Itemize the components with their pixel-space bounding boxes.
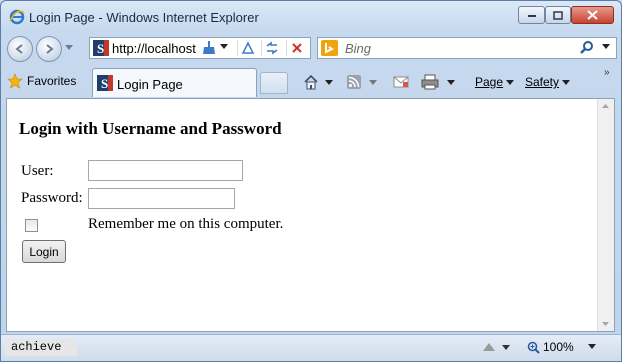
title-bar: Login Page - Windows Internet Explorer: [1, 1, 621, 31]
minimize-icon: [527, 15, 536, 17]
compatibility-view-button[interactable]: [237, 40, 258, 56]
svg-text:S: S: [97, 41, 104, 56]
username-input[interactable]: [88, 160, 243, 181]
safety-menu-label: Safety: [525, 75, 560, 89]
tab-favicon-icon: S: [97, 75, 113, 91]
stop-button[interactable]: [286, 40, 307, 56]
user-label: User:: [21, 163, 54, 179]
zoom-button[interactable]: 100%: [527, 340, 574, 354]
search-box[interactable]: Bing: [317, 37, 617, 59]
search-placeholder[interactable]: Bing: [345, 41, 371, 56]
refresh-icon: [266, 41, 278, 55]
login-button[interactable]: Login: [22, 240, 66, 263]
search-dropdown-icon[interactable]: [602, 44, 610, 49]
print-button[interactable]: [421, 73, 455, 91]
favorites-button[interactable]: Favorites: [7, 69, 87, 93]
back-arrow-icon: [15, 44, 23, 54]
back-button[interactable]: [7, 36, 33, 62]
tab-login-page[interactable]: S Login Page: [92, 68, 257, 97]
maximize-icon: [553, 10, 563, 20]
printer-icon: [421, 74, 439, 90]
page-content: Login with Username and Password User: P…: [6, 98, 615, 332]
minimize-button[interactable]: [518, 6, 545, 24]
page-menu-label: Page: [475, 75, 504, 89]
password-label: Password:: [21, 190, 83, 206]
address-dropdown-icon[interactable]: [220, 44, 228, 49]
password-input[interactable]: [88, 188, 235, 209]
svg-text:S: S: [101, 76, 108, 91]
print-dropdown-icon[interactable]: [439, 79, 455, 85]
zoom-level: 100%: [543, 340, 574, 354]
status-bar: achieve 100%: [1, 334, 621, 361]
scroll-up-arrow-icon[interactable]: [602, 104, 609, 108]
page-heading: Login with Username and Password: [19, 119, 282, 138]
feeds-button[interactable]: [347, 73, 377, 91]
close-button[interactable]: [571, 6, 614, 24]
address-bar[interactable]: S http://localhost: [89, 37, 311, 59]
home-icon: [304, 74, 318, 90]
close-icon: [587, 10, 598, 20]
favorites-label: Favorites: [27, 74, 77, 88]
new-tab-button[interactable]: [260, 72, 288, 94]
browser-window: Login Page - Windows Internet Explorer S…: [0, 0, 622, 362]
tab-label: Login Page: [117, 77, 183, 92]
search-icon[interactable]: [580, 41, 594, 58]
remember-me-label: Remember me on this computer.: [88, 216, 284, 232]
refresh-button[interactable]: [261, 40, 282, 56]
site-favicon-icon: S: [93, 40, 109, 56]
safety-menu-dropdown-icon: [562, 79, 571, 85]
recent-pages-dropdown-icon[interactable]: [65, 45, 73, 50]
mail-icon: [393, 76, 409, 88]
page-menu-dropdown-icon: [506, 79, 515, 85]
ie-logo-icon: [9, 9, 25, 25]
protected-mode-icon: [483, 343, 510, 351]
star-icon: [7, 73, 23, 89]
scroll-down-arrow-icon[interactable]: [602, 322, 609, 326]
remember-me-checkbox[interactable]: [25, 219, 38, 232]
status-text: achieve: [5, 339, 77, 356]
page-menu-button[interactable]: Page: [475, 73, 515, 91]
stop-icon: [292, 43, 302, 53]
window-title: Login Page - Windows Internet Explorer: [29, 10, 259, 25]
zoom-magnifier-icon: [527, 341, 540, 354]
rss-icon: [347, 75, 361, 89]
zoom-dropdown-icon[interactable]: [588, 344, 596, 349]
maximize-button[interactable]: [545, 6, 571, 24]
compatibility-view-icon: [241, 41, 255, 54]
home-dropdown-icon[interactable]: [319, 79, 333, 85]
feeds-dropdown-icon[interactable]: [361, 79, 377, 85]
vertical-scrollbar[interactable]: [597, 99, 614, 331]
home-button[interactable]: [303, 73, 333, 91]
safety-menu-button[interactable]: Safety: [525, 73, 571, 91]
url-text[interactable]: http://localhost: [112, 41, 196, 56]
forward-arrow-icon: [46, 44, 54, 54]
protected-mode-button[interactable]: [481, 340, 511, 357]
read-mail-button[interactable]: [393, 73, 409, 91]
forward-button[interactable]: [36, 36, 62, 62]
more-commands-chevron-icon[interactable]: »: [604, 67, 610, 78]
broom-icon[interactable]: [202, 41, 216, 58]
bing-logo-icon: [321, 40, 338, 56]
